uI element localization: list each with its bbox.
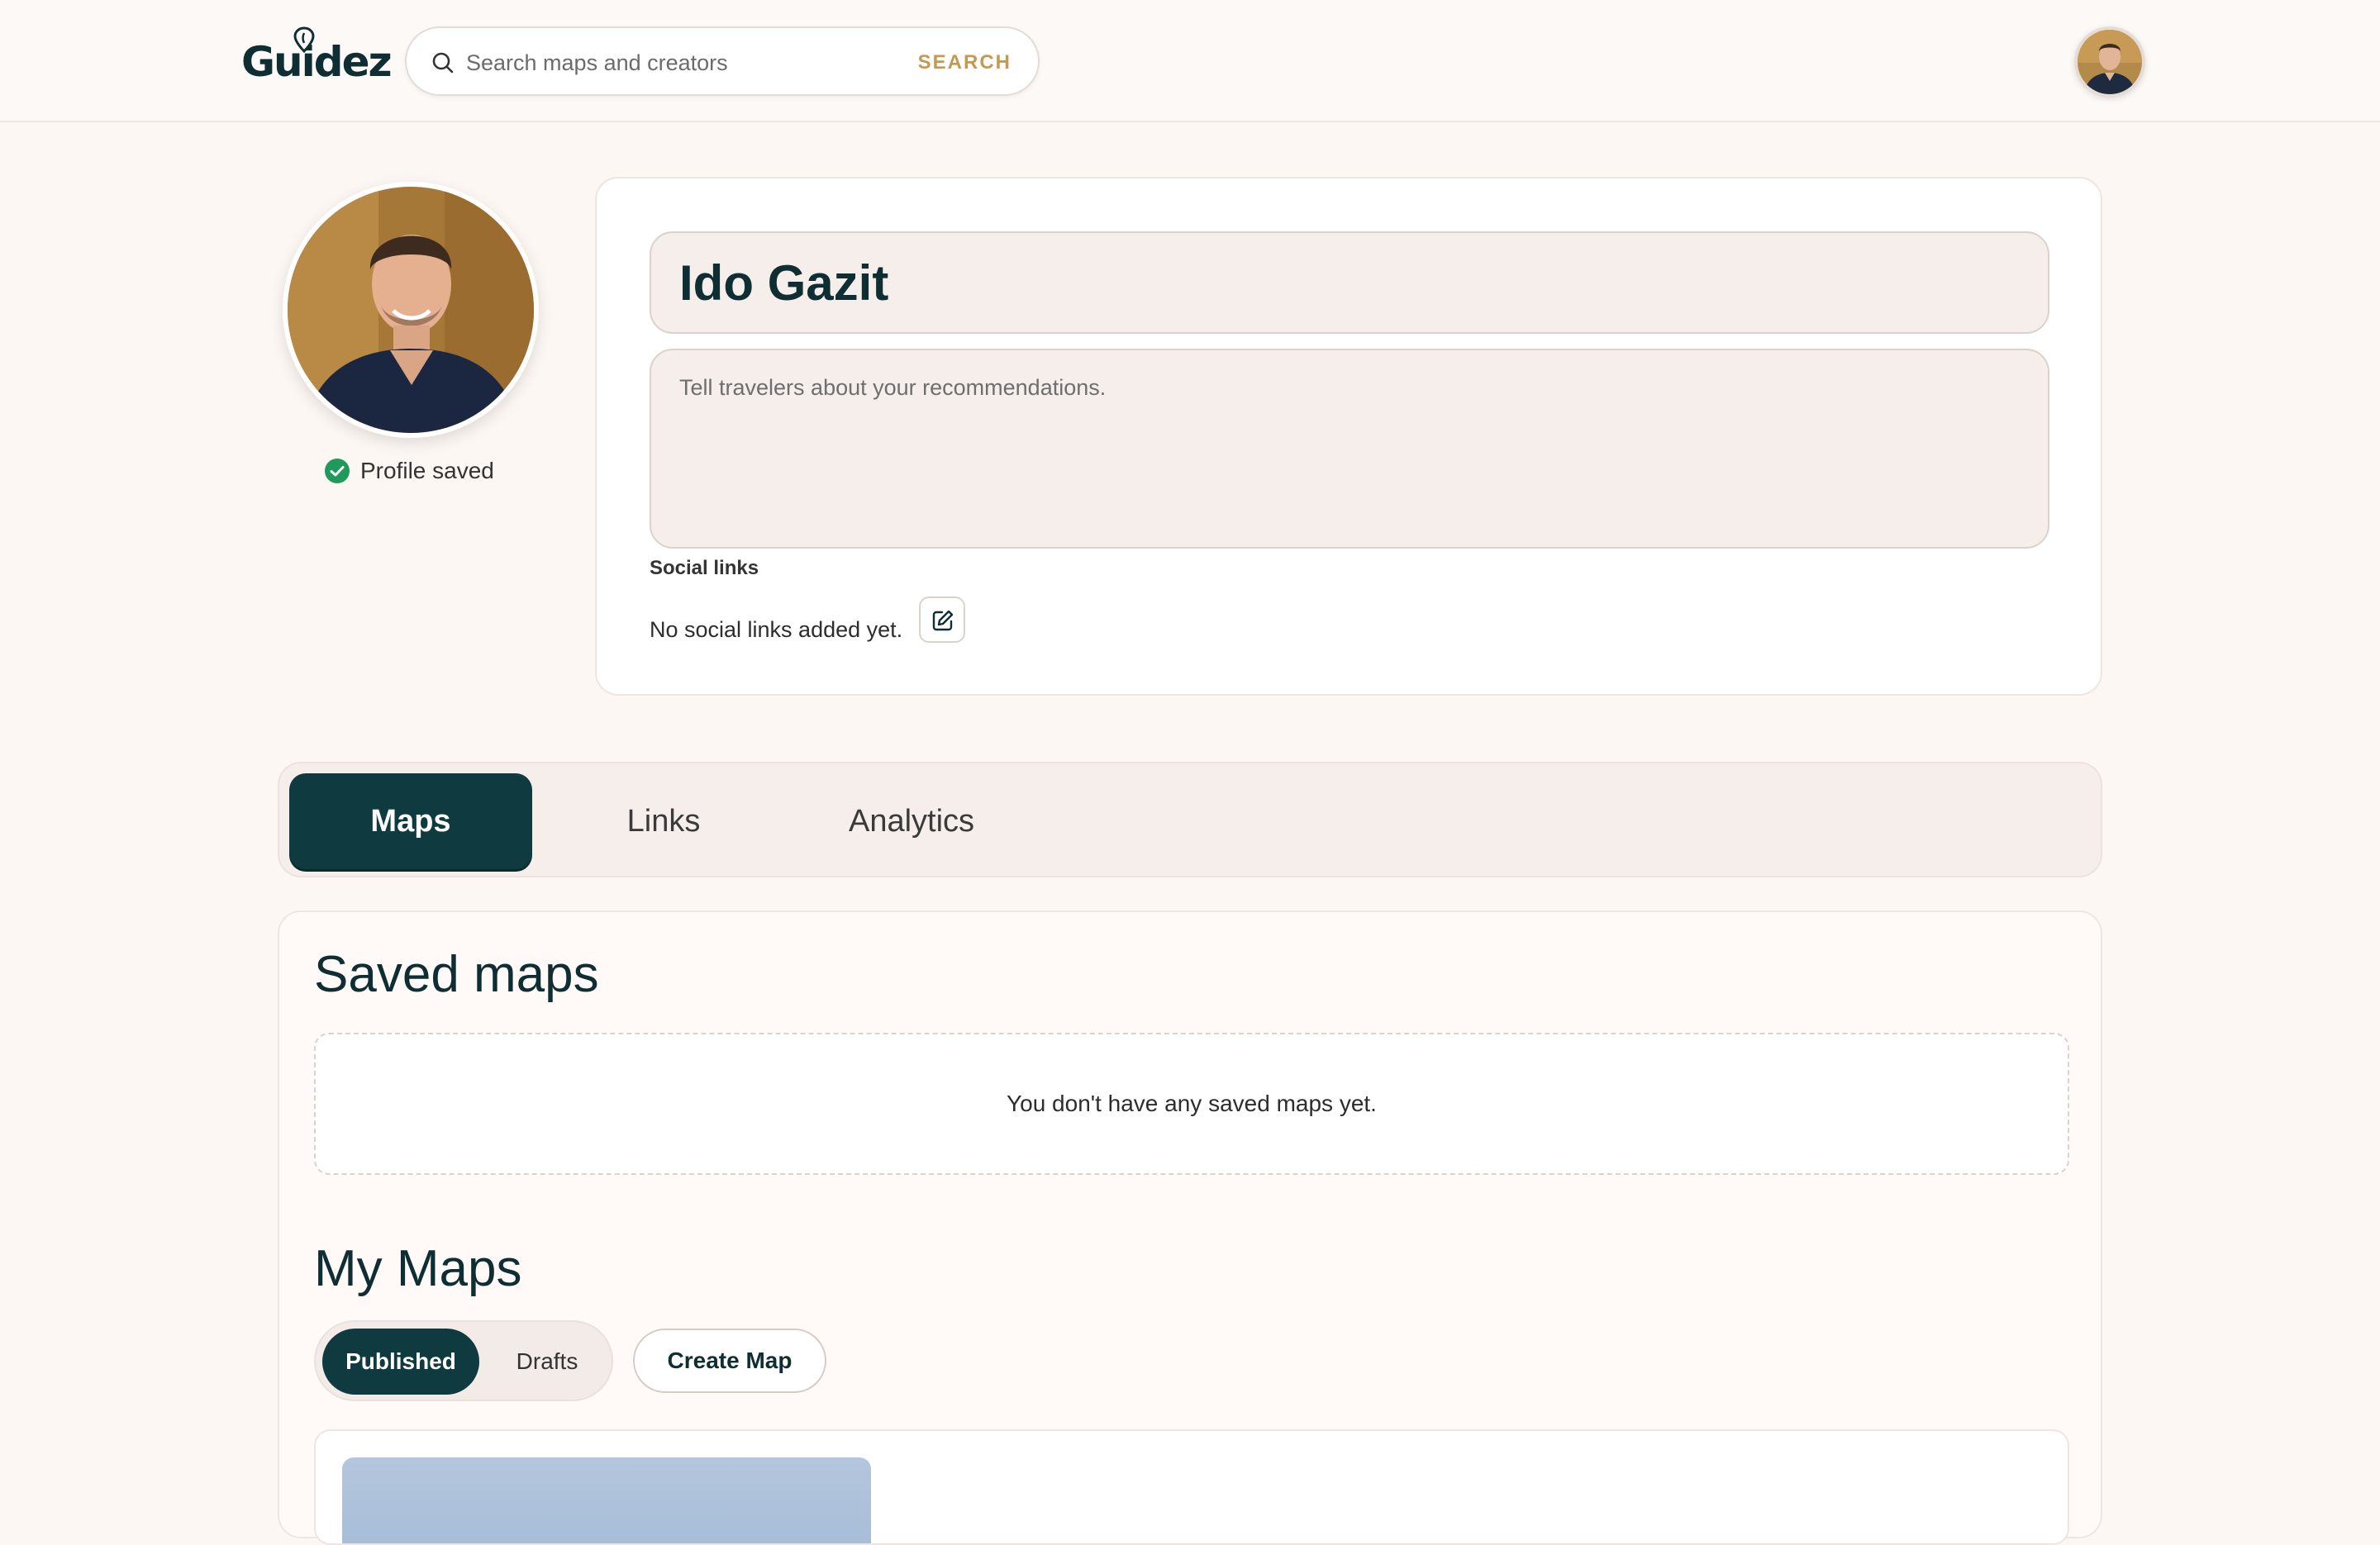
user-avatar-menu[interactable]: [2074, 26, 2145, 97]
logo-text: Guidez: [241, 38, 393, 86]
profile-photo-image: [288, 187, 534, 433]
map-pin-logo-icon: [293, 26, 315, 54]
avatar-image: [2078, 30, 2142, 94]
search-button[interactable]: SEARCH: [918, 48, 1011, 78]
filter-published[interactable]: Published: [322, 1329, 479, 1395]
maps-content-panel: Saved maps You don't have any saved maps…: [278, 910, 2102, 1545]
saved-maps-empty-text: You don't have any saved maps yet.: [1007, 1091, 1377, 1116]
edit-pencil-icon: [932, 610, 954, 631]
check-circle-icon: [325, 459, 350, 483]
saved-maps-title: Saved maps: [314, 946, 599, 1003]
tab-links[interactable]: Links: [552, 773, 775, 869]
map-status-filter: Published Drafts: [314, 1320, 613, 1401]
social-links-label: Social links: [650, 557, 759, 579]
app-logo[interactable]: Guidez: [241, 26, 393, 93]
map-thumbnail: [342, 1457, 871, 1543]
profile-saved-status: Profile saved: [324, 456, 494, 486]
search-bar: SEARCH: [405, 26, 1040, 96]
profile-tabs: Maps Links Analytics: [278, 762, 2102, 877]
search-input[interactable]: [466, 41, 879, 84]
saved-maps-empty-state: You don't have any saved maps yet.: [314, 1033, 2069, 1175]
tab-maps[interactable]: Maps: [289, 773, 532, 869]
top-navigation-bar: Guidez SEARCH: [0, 0, 2380, 122]
social-links-empty-text: No social links added yet.: [650, 617, 903, 642]
tab-analytics[interactable]: Analytics: [800, 773, 1023, 869]
edit-social-links-button[interactable]: [919, 597, 965, 643]
my-maps-title: My Maps: [314, 1240, 522, 1297]
search-icon: [432, 52, 454, 74]
profile-edit-card: Social links No social links added yet.: [595, 177, 2102, 696]
filter-drafts[interactable]: Drafts: [486, 1329, 608, 1395]
create-map-button[interactable]: Create Map: [633, 1329, 826, 1393]
profile-photo[interactable]: [283, 182, 539, 438]
bio-textarea[interactable]: [650, 349, 2049, 549]
map-card[interactable]: [314, 1429, 2069, 1545]
display-name-field[interactable]: [650, 231, 2049, 334]
profile-saved-text: Profile saved: [360, 458, 494, 483]
